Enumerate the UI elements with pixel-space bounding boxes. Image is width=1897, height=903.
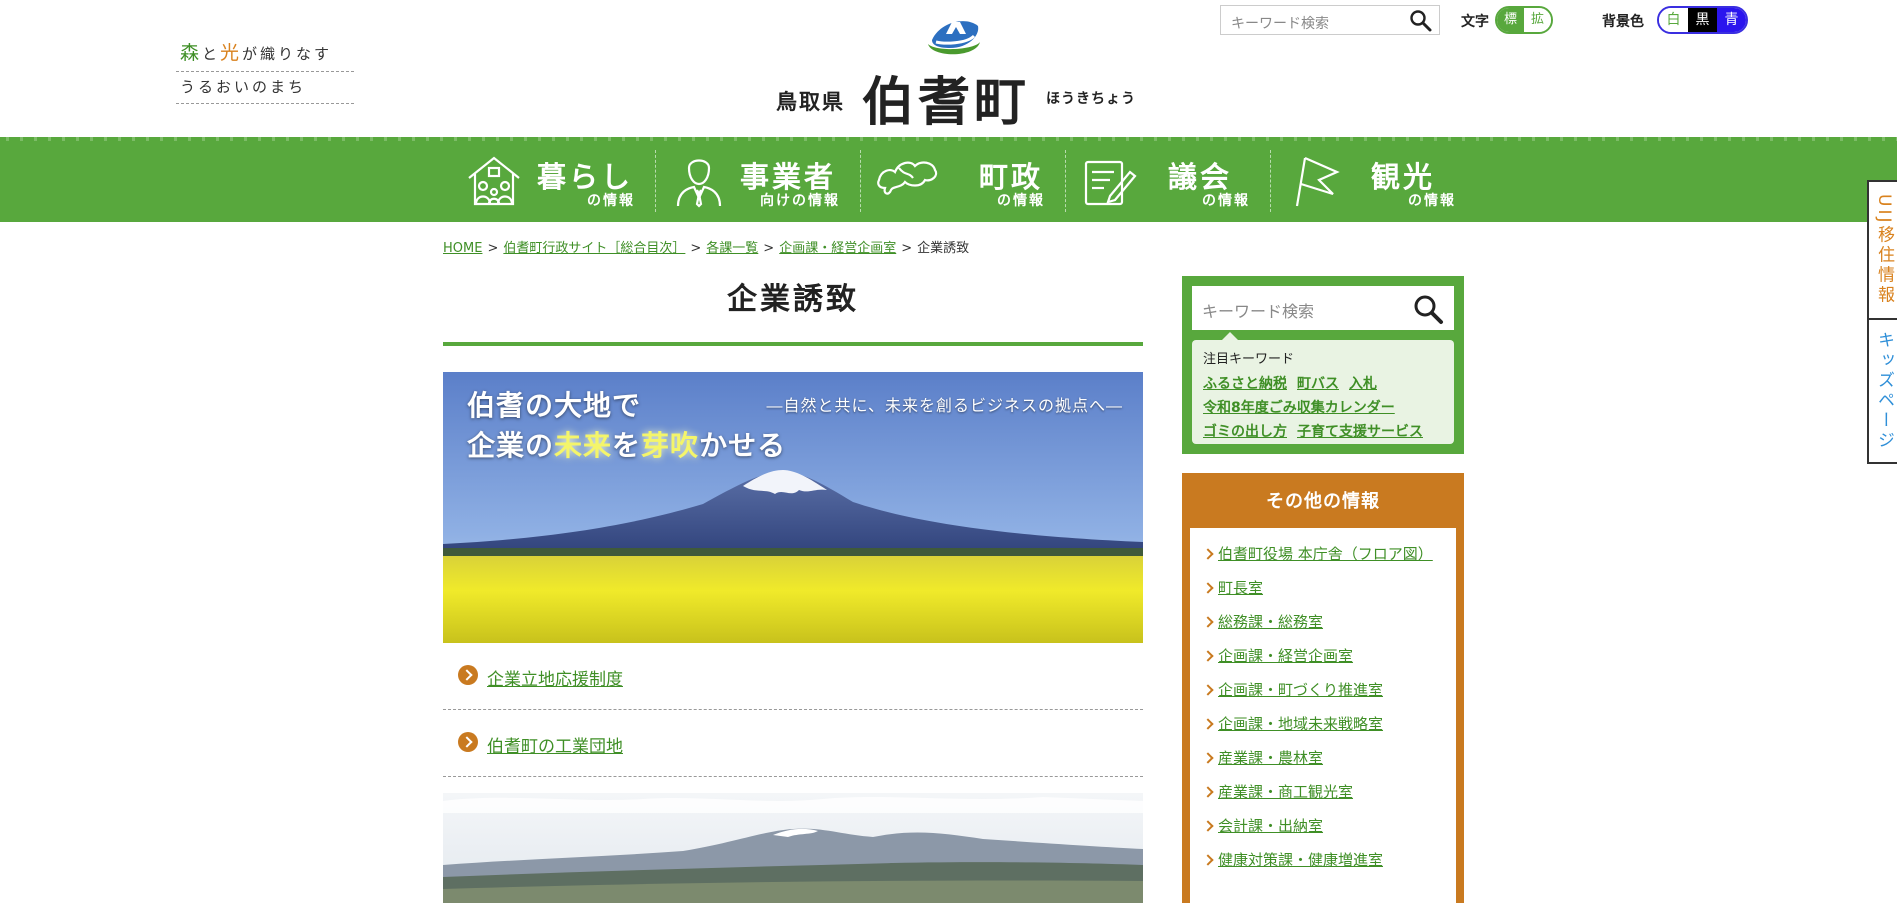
side-tab-uij-migration[interactable]: UIJ移住情報 [1867, 180, 1897, 320]
font-size-toggle: 標準 拡大 [1495, 6, 1554, 34]
other-info-heading: その他の情報 [1266, 491, 1380, 512]
link-industrial-parks[interactable]: 伯耆町の工業団地 [487, 732, 623, 757]
nav-government-sub: の情報 [997, 193, 1045, 209]
sidebar-search-panel: キーワード検索 注目キーワード ふるさと納税 町バス 入札 令和8年度ごみ収集カレン… [1182, 276, 1464, 454]
town-map-icon [877, 161, 938, 195]
chevron-right-icon [458, 665, 478, 685]
other-link-agriculture[interactable]: 産業課・農林室 [1218, 749, 1323, 767]
bg-black-button[interactable]: 黒 [1688, 8, 1717, 32]
list-item: 健康対策課・健康増進室 [1204, 846, 1442, 874]
other-link-commerce-tourism[interactable]: 産業課・商工観光室 [1218, 783, 1353, 801]
other-info-list: 伯耆町役場 本庁舎（フロア図） 町長室 総務課・総務室 企画課・経営企画室 企画… [1190, 528, 1456, 903]
featured-keywords-heading: 注目キーワード [1203, 352, 1295, 367]
town-name: 伯耆町 [862, 72, 1031, 133]
town-emblem-icon [928, 21, 980, 55]
flag-icon [1295, 156, 1340, 207]
tagline-line2: うるおいのまち [176, 72, 354, 104]
breadcrumb-site-index[interactable]: 伯耆町行政サイト［総合目次］ [503, 241, 685, 256]
bg-color-label: 背景色 [1602, 14, 1644, 30]
list-item: 企画課・町づくり推進室 [1204, 676, 1442, 704]
other-link-regional-strategy[interactable]: 企画課・地域未来戦略室 [1218, 715, 1383, 733]
banner-headline: 伯耆の大地で 企業の未来を芽吹かせる [467, 389, 787, 462]
sidebar-search-placeholder: キーワード検索 [1202, 302, 1315, 321]
landscape-image [443, 793, 1143, 903]
keyword-garbage-calendar[interactable]: 令和8年度ごみ収集カレンダー [1203, 400, 1395, 416]
keyword-bidding[interactable]: 入札 [1349, 376, 1377, 392]
other-link-health-promotion[interactable]: 健康対策課・健康増進室 [1218, 851, 1383, 869]
global-nav: 暮らし の情報 事業者 向けの情報 町政 の情報 議会 の情報 観光 の情報 [0, 137, 1897, 222]
breadcrumb-home[interactable]: HOME [443, 241, 482, 256]
link-business-location-support[interactable]: 企業立地応援制度 [487, 665, 623, 690]
bg-blue-button[interactable]: 青 [1717, 8, 1746, 32]
other-link-mayor-office[interactable]: 町長室 [1218, 579, 1263, 597]
other-link-planning-office[interactable]: 企画課・経営企画室 [1218, 647, 1353, 665]
list-item: 会計課・出納室 [1204, 812, 1442, 840]
nav-business-sub: 向けの情報 [760, 193, 840, 209]
font-size-label: 文字 [1461, 14, 1489, 30]
header-search-input[interactable]: キーワード検索 [1220, 5, 1440, 35]
search-icon[interactable] [1412, 293, 1444, 325]
nav-item-town-government[interactable]: 町政 の情報 [861, 150, 1066, 212]
list-item: 伯耆町役場 本庁舎（フロア図） [1204, 540, 1442, 568]
nav-assembly-sub: の情報 [1202, 193, 1250, 209]
businessman-icon [676, 159, 722, 208]
nav-item-business[interactable]: 事業者 向けの情報 [656, 150, 861, 212]
title-divider [443, 342, 1143, 346]
nav-living-sub: の情報 [587, 193, 635, 209]
site-logo[interactable]: 鳥取県 伯耆町 ほうきちょう [776, 14, 1136, 133]
other-link-town-development[interactable]: 企画課・町づくり推進室 [1218, 681, 1383, 699]
list-item: 産業課・商工観光室 [1204, 778, 1442, 806]
list-item: 企画課・地域未来戦略室 [1204, 710, 1442, 738]
nav-tourism-sub: の情報 [1408, 193, 1456, 209]
chevron-right-icon [458, 732, 478, 752]
featured-keywords: 注目キーワード ふるさと納税 町バス 入札 令和8年度ごみ収集カレンダー ゴミの出し… [1192, 332, 1454, 444]
search-icon[interactable] [1409, 9, 1433, 33]
keyword-childcare-support[interactable]: 子育て支援サービス [1297, 424, 1423, 440]
list-item: 産業課・農林室 [1204, 744, 1442, 772]
list-item: 企画課・経営企画室 [1204, 642, 1442, 670]
house-family-icon [468, 156, 520, 206]
other-link-general-affairs[interactable]: 総務課・総務室 [1218, 613, 1323, 631]
sidebar-search-input[interactable]: キーワード検索 [1192, 286, 1454, 330]
keyword-furusato-nozei[interactable]: ふるさと納税 [1203, 376, 1287, 392]
list-item: 総務課・総務室 [1204, 608, 1442, 636]
bg-color-toggle: 白 黒 青 [1657, 6, 1748, 34]
nav-item-tourism[interactable]: 観光 の情報 [1271, 150, 1476, 212]
breadcrumb-departments[interactable]: 各課一覧 [706, 241, 758, 256]
nav-item-assembly[interactable]: 議会 の情報 [1066, 150, 1271, 212]
town-name-kana: ほうきちょう [1046, 91, 1136, 107]
tagline-line1: 森と光が織りなす [176, 34, 354, 72]
font-large-button[interactable]: 拡大 [1524, 8, 1552, 32]
breadcrumb-current: 企業誘致 [917, 241, 970, 256]
header-search-placeholder: キーワード検索 [1231, 16, 1329, 32]
site-tagline: 森と光が織りなす うるおいのまち [176, 34, 354, 104]
hero-banner: 伯耆の大地で 企業の未来を芽吹かせる ―自然と共に、未来を創るビジネスの拠点へ― [443, 372, 1143, 643]
other-link-accounting[interactable]: 会計課・出納室 [1218, 817, 1323, 835]
prefecture-name: 鳥取県 [776, 89, 845, 114]
landscape-photo [443, 793, 1143, 903]
side-tab-kids-page[interactable]: キッズページ [1867, 318, 1897, 464]
keyword-garbage-disposal[interactable]: ゴミの出し方 [1203, 424, 1287, 440]
other-info-panel: その他の情報 伯耆町役場 本庁舎（フロア図） 町長室 総務課・総務室 企画課・経… [1182, 473, 1464, 903]
notepad-pen-icon [1084, 160, 1137, 206]
font-standard-button[interactable]: 標準 [1497, 8, 1525, 32]
banner-subheadline: ―自然と共に、未来を創るビジネスの拠点へ― [766, 396, 1123, 415]
list-item: 町長室 [1204, 574, 1442, 602]
bg-white-button[interactable]: 白 [1659, 8, 1688, 32]
nav-item-living[interactable]: 暮らし の情報 [451, 150, 656, 212]
list-item: 企業立地応援制度 [443, 643, 1143, 710]
breadcrumb: HOME > 伯耆町行政サイト［総合目次］ > 各課一覧 > 企画課・経営企画室 > 企業誘致 [443, 241, 970, 256]
keyword-town-bus[interactable]: 町バス [1297, 376, 1339, 392]
list-item: 伯耆町の工業団地 [443, 710, 1143, 777]
other-link-town-hall[interactable]: 伯耆町役場 本庁舎（フロア図） [1218, 545, 1433, 563]
breadcrumb-planning-office[interactable]: 企画課・経営企画室 [779, 241, 896, 256]
page-title: 企業誘致 [727, 282, 859, 317]
